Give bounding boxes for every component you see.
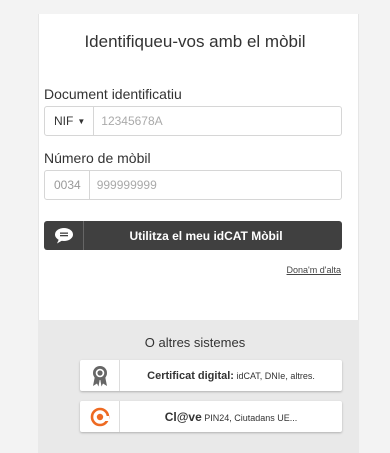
chevron-down-icon: ▼ bbox=[77, 116, 86, 126]
document-label: Document identificatiu bbox=[44, 86, 182, 102]
clave-rest: PIN24, Ciutadans UE... bbox=[201, 412, 298, 423]
form-title: Identifiqueu-vos amb el mòbil bbox=[84, 32, 306, 51]
clave-button-label: Cl@ve PIN24, Ciutadans UE... bbox=[120, 410, 342, 424]
award-ribbon-icon bbox=[80, 360, 120, 391]
document-input[interactable]: 12345678A bbox=[94, 114, 162, 128]
chat-bubble-icon bbox=[44, 221, 84, 250]
document-type-select[interactable]: NIF ▼ bbox=[45, 107, 95, 135]
clave-button[interactable]: Cl@ve PIN24, Ciutadans UE... bbox=[80, 401, 342, 432]
phone-field: 0034 999999999 bbox=[44, 170, 342, 200]
certificate-rest: idCAT, DNIe, altres. bbox=[233, 370, 315, 381]
certificate-button-label: Certificat digital: idCAT, DNIe, altres. bbox=[120, 370, 342, 382]
idcat-mobil-button[interactable]: Utilitza el meu idCAT Mòbil bbox=[44, 221, 342, 250]
clave-bold: Cl@ve bbox=[164, 409, 202, 424]
phone-label: Número de mòbil bbox=[44, 150, 151, 166]
certificate-button[interactable]: Certificat digital: idCAT, DNIe, altres. bbox=[80, 360, 342, 391]
other-systems-title: O altres sistemes bbox=[144, 335, 246, 350]
phone-prefix[interactable]: 0034 bbox=[45, 171, 90, 199]
document-field: NIF ▼ 12345678A bbox=[44, 106, 342, 136]
phone-input[interactable]: 999999999 bbox=[90, 178, 157, 192]
document-type-value: NIF bbox=[54, 114, 74, 128]
certificate-bold: Certificat digital: bbox=[147, 369, 234, 382]
clave-at-icon bbox=[80, 401, 120, 432]
idcat-mobil-button-label: Utilitza el meu idCAT Mòbil bbox=[129, 228, 283, 243]
signup-link[interactable]: Dona'm d'alta bbox=[287, 265, 341, 275]
